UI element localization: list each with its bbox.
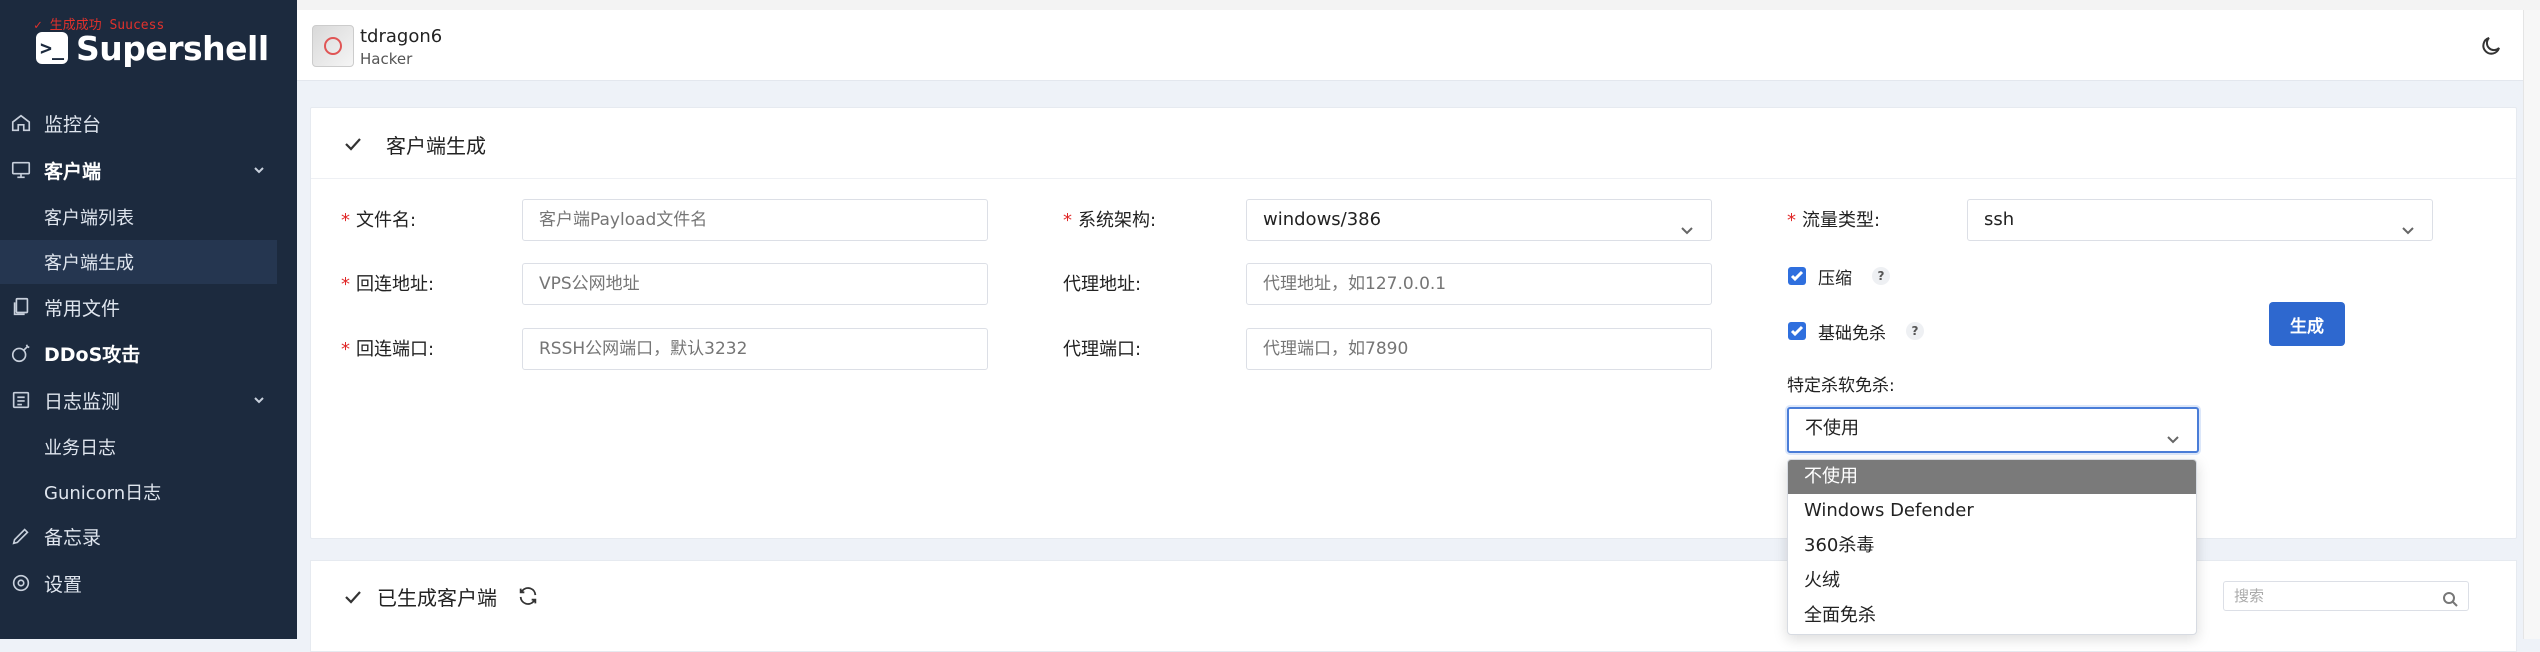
sidebar-item-logs[interactable]: 日志监测 (0, 378, 297, 422)
user-role: Hacker (360, 50, 413, 68)
pencil-icon (10, 525, 32, 547)
refresh-icon[interactable] (517, 585, 539, 607)
traffic-select[interactable]: ssh (1967, 199, 2433, 241)
chevron-down-icon (1679, 213, 1695, 235)
back-addr-input[interactable] (522, 263, 988, 305)
sidebar-item-gunicorn-log[interactable]: Gunicorn日志 (0, 470, 277, 514)
log-icon (10, 389, 32, 411)
proxy-addr-label: 代理地址: (1063, 274, 1142, 295)
sidebar-item-ddos[interactable]: DDoS攻击 (0, 331, 297, 375)
card-header: 客户端生成 (311, 108, 2516, 179)
chevron-down-icon (2400, 213, 2416, 235)
sidebar-item-memo[interactable]: 备忘录 (0, 514, 297, 558)
sidebar-item-settings[interactable]: 设置 (0, 561, 297, 605)
sidebar-item-label: 设置 (44, 573, 83, 596)
dropdown-option[interactable]: 火绒 (1788, 564, 2196, 598)
search-input[interactable]: 搜索 (2223, 581, 2469, 611)
back-port-input[interactable] (522, 328, 988, 370)
dropdown-option[interactable]: Windows Defender (1788, 494, 2196, 528)
check-icon (343, 134, 363, 154)
brand-name: Supershell (76, 28, 269, 68)
monitor-icon (10, 159, 32, 181)
brand-logo[interactable]: >_ Supershell (36, 28, 269, 68)
compress-checkbox[interactable] (1788, 267, 1806, 285)
dropdown-option[interactable]: 不使用 (1788, 460, 2196, 494)
help-icon[interactable]: ? (1906, 322, 1924, 340)
compress-option: 压缩 ? (1788, 261, 1890, 291)
generate-button[interactable]: 生成 (2269, 302, 2345, 346)
search-icon (2442, 588, 2458, 607)
specific-av-dropdown: 不使用 Windows Defender 360杀毒 火绒 全面免杀 (1787, 459, 2197, 635)
chevron-down-icon (2165, 422, 2181, 444)
sidebar: ✓ 生成成功 Suucess >_ Supershell 监控台 客户端 客户端… (0, 0, 297, 639)
sidebar-item-client-list[interactable]: 客户端列表 (0, 195, 277, 239)
sidebar-item-label: 客户端 (44, 160, 102, 183)
chevron-down-icon (251, 161, 267, 177)
scrollbar[interactable] (2523, 10, 2540, 639)
bomb-icon (10, 342, 32, 364)
help-icon[interactable]: ? (1872, 267, 1890, 285)
filename-label: * 文件名: (341, 210, 417, 231)
dropdown-option[interactable]: 全面免杀 (1788, 599, 2196, 633)
sidebar-item-clients[interactable]: 客户端 (0, 148, 297, 192)
proxy-port-label: 代理端口: (1063, 339, 1142, 360)
sidebar-item-dashboard[interactable]: 监控台 (0, 101, 297, 145)
proxy-addr-input[interactable] (1246, 263, 1712, 305)
sidebar-item-files[interactable]: 常用文件 (0, 285, 297, 329)
sidebar-item-client-generate[interactable]: 客户端生成 (0, 240, 277, 284)
sidebar-item-business-log[interactable]: 业务日志 (0, 425, 277, 469)
home-icon (10, 112, 32, 134)
gear-icon (10, 572, 32, 594)
traffic-label: * 流量类型: (1787, 210, 1881, 231)
specific-av-label: 特定杀软免杀: (1787, 376, 1895, 396)
generated-title: 已生成客户端 (377, 586, 497, 610)
card-title: 客户端生成 (386, 134, 486, 158)
check-icon (343, 587, 363, 607)
terminal-icon: >_ (36, 32, 68, 64)
back-addr-label: * 回连地址: (341, 274, 435, 295)
dark-mode-icon[interactable] (2479, 34, 2503, 58)
sidebar-item-label: DDoS攻击 (44, 343, 141, 366)
avatar[interactable] (312, 25, 354, 67)
basic-av-option: 基础免杀 ? (1788, 316, 1924, 346)
filename-input[interactable] (522, 199, 988, 241)
basic-av-checkbox[interactable] (1788, 322, 1806, 340)
files-icon (10, 296, 32, 318)
sidebar-item-label: 常用文件 (44, 297, 121, 320)
arch-select[interactable]: windows/386 (1246, 199, 1712, 241)
sidebar-item-label: 日志监测 (44, 390, 121, 413)
proxy-port-input[interactable] (1246, 328, 1712, 370)
user-name: tdragon6 (360, 26, 443, 47)
sidebar-item-label: 监控台 (44, 113, 102, 136)
arch-label: * 系统架构: (1063, 210, 1157, 231)
browser-top-strip (0, 0, 2540, 10)
specific-av-select[interactable]: 不使用 (1787, 407, 2199, 453)
sidebar-item-label: 备忘录 (44, 526, 102, 549)
dropdown-option[interactable]: 360杀毒 (1788, 529, 2196, 563)
top-header: tdragon6 Hacker (297, 10, 2523, 81)
back-port-label: * 回连端口: (341, 339, 435, 360)
chevron-down-icon (251, 391, 267, 407)
